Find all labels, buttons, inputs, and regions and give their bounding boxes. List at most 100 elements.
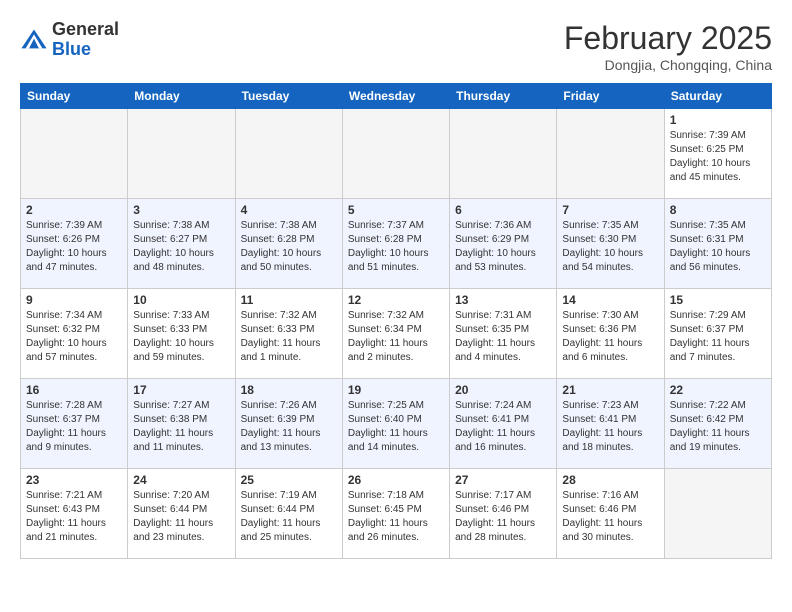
day-info: Sunrise: 7:19 AM Sunset: 6:44 PM Dayligh…: [241, 489, 337, 545]
day-number: 17: [133, 383, 229, 397]
day-info: Sunrise: 7:38 AM Sunset: 6:27 PM Dayligh…: [133, 219, 229, 275]
day-info: Sunrise: 7:39 AM Sunset: 6:26 PM Dayligh…: [26, 219, 122, 275]
calendar-cell: 8 Sunrise: 7:35 AM Sunset: 6:31 PM Daylig…: [664, 199, 771, 289]
calendar-week-5: 23 Sunrise: 7:21 AM Sunset: 6:43 PM Dayli…: [21, 469, 772, 559]
calendar-cell: 21 Sunrise: 7:23 AM Sunset: 6:41 PM Dayli…: [557, 379, 664, 469]
day-info: Sunrise: 7:28 AM Sunset: 6:37 PM Dayligh…: [26, 399, 122, 455]
calendar-cell: 14 Sunrise: 7:30 AM Sunset: 6:36 PM Dayli…: [557, 289, 664, 379]
calendar-cell: 28 Sunrise: 7:16 AM Sunset: 6:46 PM Dayli…: [557, 469, 664, 559]
calendar-cell: 7Sunrise: 7:35 AM Sunset: 6:30 PM Daylig…: [557, 199, 664, 289]
calendar-cell: 18Sunrise: 7:26 AM Sunset: 6:39 PM Dayli…: [235, 379, 342, 469]
calendar-cell: 16 Sunrise: 7:28 AM Sunset: 6:37 PM Dayli…: [21, 379, 128, 469]
day-number: 16: [26, 383, 122, 397]
calendar-cell: 26 Sunrise: 7:18 AM Sunset: 6:45 PM Dayli…: [342, 469, 449, 559]
day-info: Sunrise: 7:22 AM Sunset: 6:42 PM Dayligh…: [670, 399, 766, 455]
day-number: 25: [241, 473, 337, 487]
column-header-monday: Monday: [128, 84, 235, 109]
day-number: 13: [455, 293, 551, 307]
calendar-cell: 23 Sunrise: 7:21 AM Sunset: 6:43 PM Dayli…: [21, 469, 128, 559]
day-number: 5: [348, 203, 444, 217]
calendar-week-4: 16 Sunrise: 7:28 AM Sunset: 6:37 PM Dayli…: [21, 379, 772, 469]
day-number: 8: [670, 203, 766, 217]
logo-text: General Blue: [52, 20, 119, 60]
calendar-cell: [21, 109, 128, 199]
day-number: 22: [670, 383, 766, 397]
location: Dongjia, Chongqing, China: [564, 57, 772, 73]
day-number: 10: [133, 293, 229, 307]
logo-icon: [20, 26, 48, 54]
day-number: 2: [26, 203, 122, 217]
calendar-cell: [342, 109, 449, 199]
calendar-cell: 22 Sunrise: 7:22 AM Sunset: 6:42 PM Dayli…: [664, 379, 771, 469]
calendar-week-1: 1Sunrise: 7:39 AM Sunset: 6:25 PM Daylig…: [21, 109, 772, 199]
calendar-cell: [557, 109, 664, 199]
day-info: Sunrise: 7:34 AM Sunset: 6:32 PM Dayligh…: [26, 309, 122, 365]
day-number: 21: [562, 383, 658, 397]
day-info: Sunrise: 7:20 AM Sunset: 6:44 PM Dayligh…: [133, 489, 229, 545]
column-header-saturday: Saturday: [664, 84, 771, 109]
day-info: Sunrise: 7:17 AM Sunset: 6:46 PM Dayligh…: [455, 489, 551, 545]
day-info: Sunrise: 7:18 AM Sunset: 6:45 PM Dayligh…: [348, 489, 444, 545]
day-info: Sunrise: 7:21 AM Sunset: 6:43 PM Dayligh…: [26, 489, 122, 545]
column-header-thursday: Thursday: [450, 84, 557, 109]
calendar-cell: 20 Sunrise: 7:24 AM Sunset: 6:41 PM Dayli…: [450, 379, 557, 469]
day-number: 18: [241, 383, 337, 397]
day-info: Sunrise: 7:30 AM Sunset: 6:36 PM Dayligh…: [562, 309, 658, 365]
day-number: 4: [241, 203, 337, 217]
day-info: Sunrise: 7:39 AM Sunset: 6:25 PM Dayligh…: [670, 129, 766, 185]
day-info: Sunrise: 7:37 AM Sunset: 6:28 PM Dayligh…: [348, 219, 444, 275]
column-header-tuesday: Tuesday: [235, 84, 342, 109]
calendar-cell: 10Sunrise: 7:33 AM Sunset: 6:33 PM Dayli…: [128, 289, 235, 379]
calendar-cell: 4 Sunrise: 7:38 AM Sunset: 6:28 PM Daylig…: [235, 199, 342, 289]
day-number: 7: [562, 203, 658, 217]
day-info: Sunrise: 7:27 AM Sunset: 6:38 PM Dayligh…: [133, 399, 229, 455]
day-number: 19: [348, 383, 444, 397]
calendar-cell: 11Sunrise: 7:32 AM Sunset: 6:33 PM Dayli…: [235, 289, 342, 379]
page-header: General Blue February 2025 Dongjia, Chon…: [20, 20, 772, 73]
calendar-cell: 24Sunrise: 7:20 AM Sunset: 6:44 PM Dayli…: [128, 469, 235, 559]
day-number: 20: [455, 383, 551, 397]
calendar-cell: 6 Sunrise: 7:36 AM Sunset: 6:29 PM Daylig…: [450, 199, 557, 289]
day-number: 3: [133, 203, 229, 217]
calendar-week-3: 9 Sunrise: 7:34 AM Sunset: 6:32 PM Daylig…: [21, 289, 772, 379]
day-number: 14: [562, 293, 658, 307]
logo: General Blue: [20, 20, 119, 60]
calendar-cell: [235, 109, 342, 199]
calendar-cell: 2 Sunrise: 7:39 AM Sunset: 6:26 PM Daylig…: [21, 199, 128, 289]
month-year: February 2025: [564, 20, 772, 57]
title-block: February 2025 Dongjia, Chongqing, China: [564, 20, 772, 73]
calendar-cell: 9 Sunrise: 7:34 AM Sunset: 6:32 PM Daylig…: [21, 289, 128, 379]
day-number: 23: [26, 473, 122, 487]
day-info: Sunrise: 7:23 AM Sunset: 6:41 PM Dayligh…: [562, 399, 658, 455]
day-number: 28: [562, 473, 658, 487]
day-info: Sunrise: 7:32 AM Sunset: 6:33 PM Dayligh…: [241, 309, 337, 365]
day-info: Sunrise: 7:16 AM Sunset: 6:46 PM Dayligh…: [562, 489, 658, 545]
calendar-cell: 19 Sunrise: 7:25 AM Sunset: 6:40 PM Dayli…: [342, 379, 449, 469]
calendar-cell: 25 Sunrise: 7:19 AM Sunset: 6:44 PM Dayli…: [235, 469, 342, 559]
column-header-sunday: Sunday: [21, 84, 128, 109]
day-info: Sunrise: 7:32 AM Sunset: 6:34 PM Dayligh…: [348, 309, 444, 365]
day-number: 27: [455, 473, 551, 487]
day-info: Sunrise: 7:38 AM Sunset: 6:28 PM Dayligh…: [241, 219, 337, 275]
calendar-cell: 15Sunrise: 7:29 AM Sunset: 6:37 PM Dayli…: [664, 289, 771, 379]
calendar-cell: 1Sunrise: 7:39 AM Sunset: 6:25 PM Daylig…: [664, 109, 771, 199]
column-header-friday: Friday: [557, 84, 664, 109]
calendar-cell: 13 Sunrise: 7:31 AM Sunset: 6:35 PM Dayli…: [450, 289, 557, 379]
day-info: Sunrise: 7:35 AM Sunset: 6:31 PM Dayligh…: [670, 219, 766, 275]
day-number: 15: [670, 293, 766, 307]
calendar-cell: [664, 469, 771, 559]
calendar-cell: [128, 109, 235, 199]
day-info: Sunrise: 7:36 AM Sunset: 6:29 PM Dayligh…: [455, 219, 551, 275]
day-info: Sunrise: 7:24 AM Sunset: 6:41 PM Dayligh…: [455, 399, 551, 455]
day-info: Sunrise: 7:31 AM Sunset: 6:35 PM Dayligh…: [455, 309, 551, 365]
day-number: 9: [26, 293, 122, 307]
calendar-week-2: 2 Sunrise: 7:39 AM Sunset: 6:26 PM Daylig…: [21, 199, 772, 289]
calendar-cell: [450, 109, 557, 199]
day-number: 12: [348, 293, 444, 307]
calendar-header-row: SundayMondayTuesdayWednesdayThursdayFrid…: [21, 84, 772, 109]
day-info: Sunrise: 7:25 AM Sunset: 6:40 PM Dayligh…: [348, 399, 444, 455]
day-number: 26: [348, 473, 444, 487]
calendar-cell: 17 Sunrise: 7:27 AM Sunset: 6:38 PM Dayli…: [128, 379, 235, 469]
calendar-cell: 5 Sunrise: 7:37 AM Sunset: 6:28 PM Daylig…: [342, 199, 449, 289]
day-number: 6: [455, 203, 551, 217]
